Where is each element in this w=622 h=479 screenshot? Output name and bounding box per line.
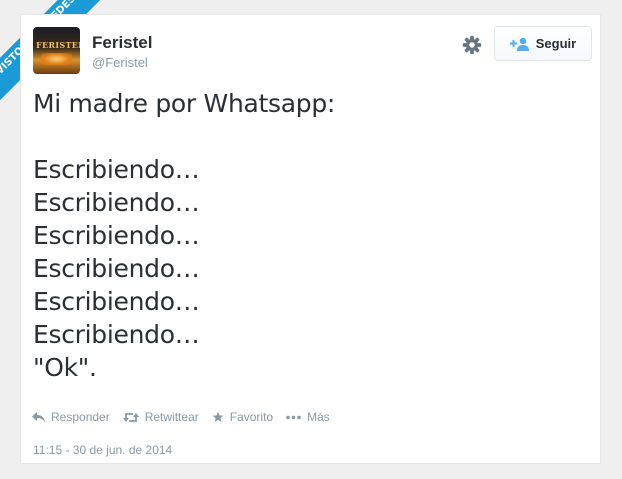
avatar-glow	[41, 53, 72, 65]
gear-icon[interactable]	[461, 34, 483, 56]
avatar[interactable]: FERISTEL	[33, 27, 80, 74]
favorite-label: Favorito	[229, 410, 274, 424]
retweet-label: Retwittear	[144, 410, 199, 424]
favorite-action[interactable]: Favorito	[212, 410, 273, 424]
avatar-text: FERISTEL	[36, 40, 80, 50]
tweet-actions: Responder Retwittear Favorito Más	[32, 410, 343, 424]
tweet-card: FERISTEL Feristel @Feristel Seguir Mi ma…	[20, 14, 601, 464]
more-icon	[286, 415, 301, 419]
reply-icon	[32, 411, 45, 422]
retweet-icon	[122, 412, 139, 422]
tweet-text: Mi madre por Whatsapp: Escribiendo… Escr…	[33, 89, 336, 382]
reply-label: Responder	[51, 410, 110, 424]
star-icon	[212, 411, 224, 423]
add-user-icon	[509, 37, 529, 51]
tweet-timestamp[interactable]: 11:15 - 30 de jun. de 2014	[33, 443, 172, 457]
author-handle[interactable]: @Feristel	[92, 55, 148, 70]
reply-action[interactable]: Responder	[32, 410, 110, 424]
follow-button[interactable]: Seguir	[494, 26, 592, 61]
more-action[interactable]: Más	[286, 410, 330, 424]
follow-button-label: Seguir	[535, 36, 577, 51]
retweet-action[interactable]: Retwittear	[122, 410, 199, 424]
author-name[interactable]: Feristel	[92, 33, 152, 53]
more-label: Más	[307, 410, 330, 424]
